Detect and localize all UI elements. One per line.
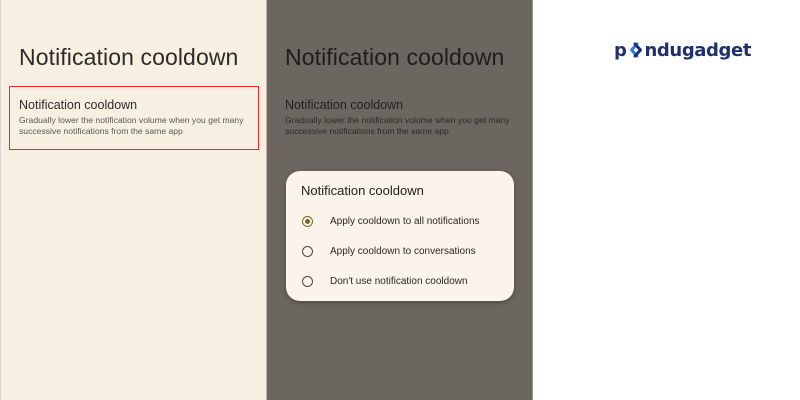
left-settings-screen: Notification cooldown Notification coold… <box>0 0 267 400</box>
dialog-title: Notification cooldown <box>301 183 424 198</box>
setting-description: Gradually lower the notification volume … <box>285 115 510 136</box>
notification-cooldown-setting[interactable]: Notification cooldown Gradually lower th… <box>19 98 259 137</box>
page-title: Notification cooldown <box>19 44 239 70</box>
logo-text-start: p <box>614 39 627 61</box>
logo-text-end: ndugadget <box>644 39 752 61</box>
option-label: Don't use notification cooldown <box>330 275 468 287</box>
screenshot-canvas: Notification cooldown Notification coold… <box>0 0 800 400</box>
notification-cooldown-dialog: Notification cooldown Apply cooldown to … <box>286 171 514 301</box>
pandugadget-logo: p ndugadget <box>614 39 751 61</box>
notification-cooldown-setting[interactable]: Notification cooldown Gradually lower th… <box>285 98 525 137</box>
page-title: Notification cooldown <box>285 44 505 70</box>
radio-selected-icon[interactable] <box>302 215 313 227</box>
setting-description: Gradually lower the notification volume … <box>19 115 244 136</box>
option-all-notifications[interactable]: Apply cooldown to all notifications <box>302 211 507 231</box>
logo-mark-icon <box>629 42 642 58</box>
option-conversations[interactable]: Apply cooldown to conversations <box>302 241 507 261</box>
setting-title: Notification cooldown <box>285 98 404 112</box>
radio-unselected-icon[interactable] <box>302 275 313 287</box>
setting-title: Notification cooldown <box>19 98 138 112</box>
option-label: Apply cooldown to all notifications <box>330 215 480 227</box>
radio-unselected-icon[interactable] <box>302 245 313 257</box>
option-label: Apply cooldown to conversations <box>330 245 476 257</box>
option-dont-use[interactable]: Don't use notification cooldown <box>302 271 507 291</box>
